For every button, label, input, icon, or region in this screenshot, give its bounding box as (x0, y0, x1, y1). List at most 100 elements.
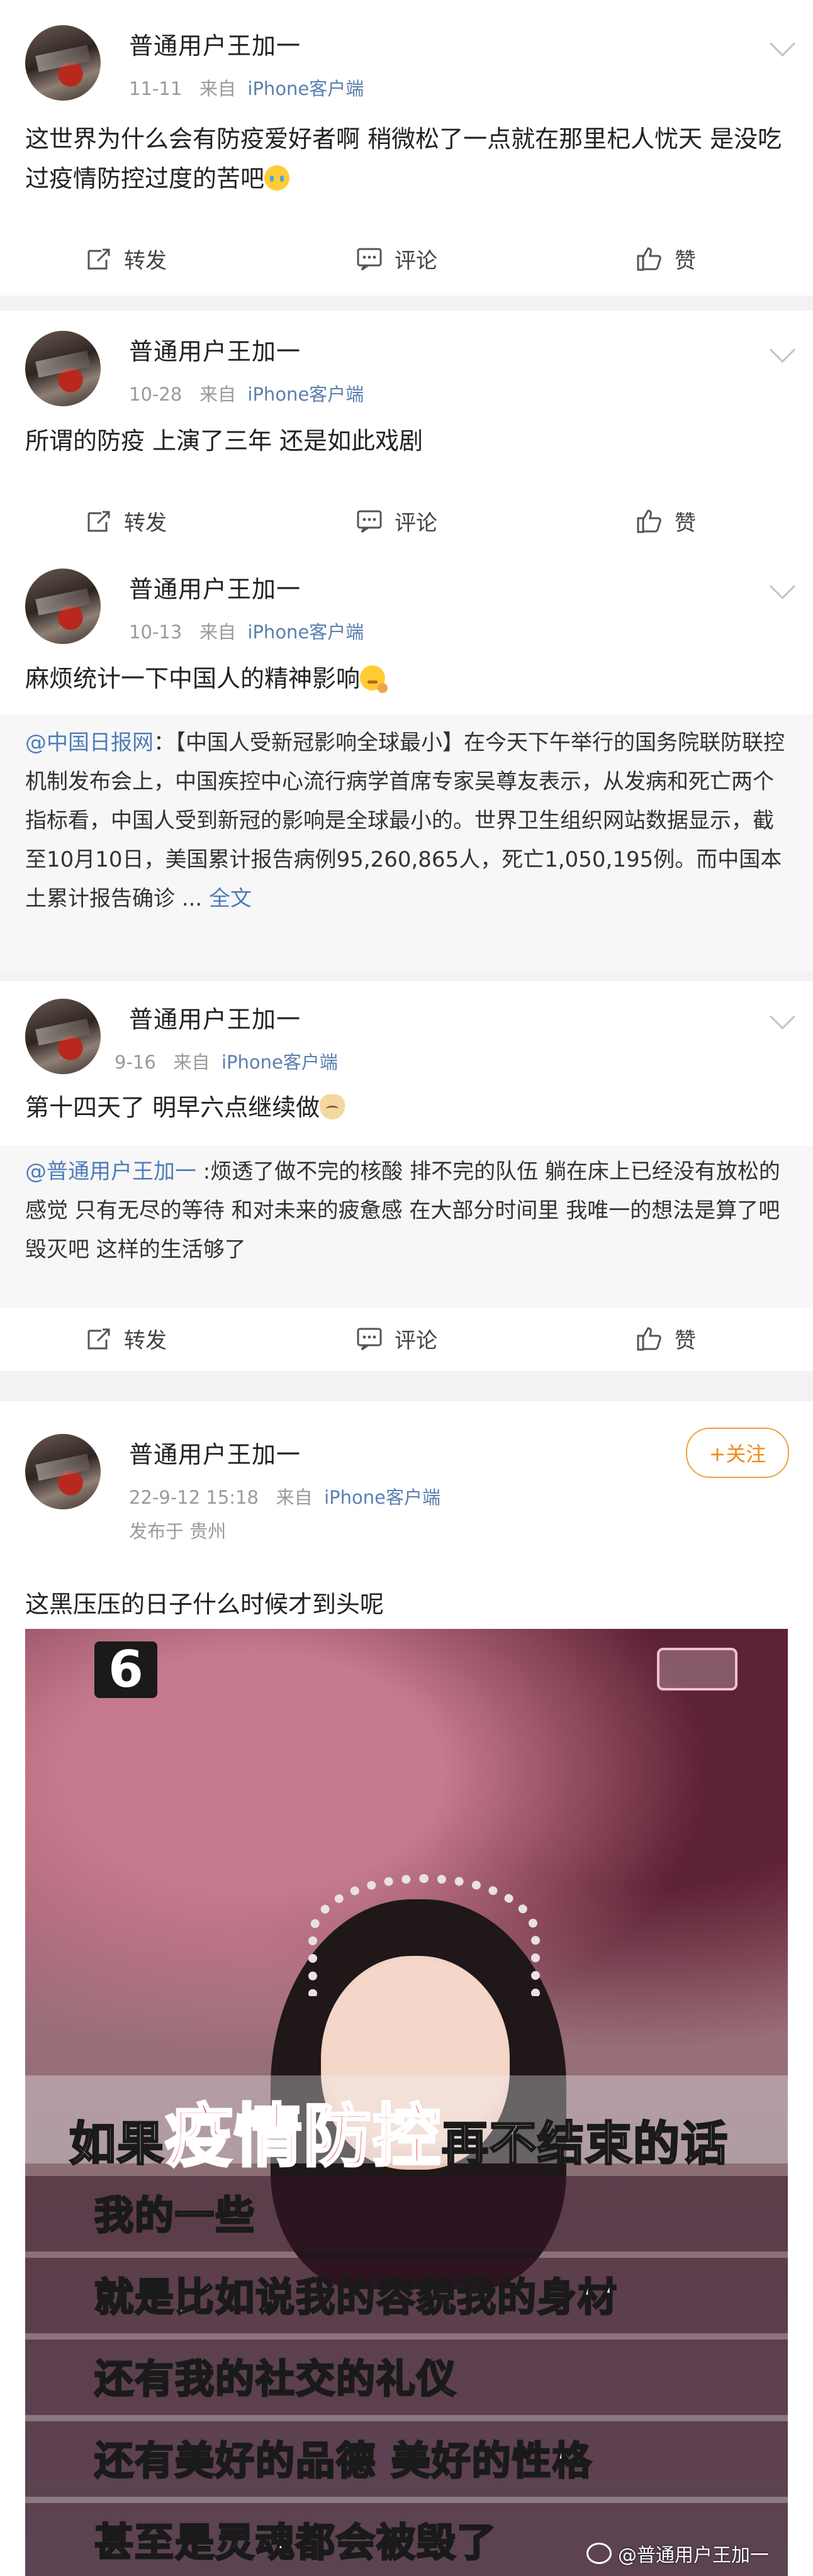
avatar[interactable] (25, 1434, 101, 1509)
source-client[interactable]: iPhone客户端 (221, 1052, 338, 1073)
username[interactable]: 普通用户王加一 (129, 570, 301, 604)
post-text-content: 第十四天了 明早六点继续做 (25, 1094, 320, 1121)
caption-line-2: 我的一些 (93, 2192, 256, 2240)
chevron-down-icon[interactable] (769, 1003, 796, 1030)
watermark-text: @普通用户王加一 (618, 2545, 769, 2567)
chevron-down-icon[interactable] (769, 573, 796, 600)
image-watermark: @普通用户王加一 (586, 2540, 769, 2567)
repost-button[interactable]: 转发 (85, 492, 167, 550)
chevron-down-icon[interactable] (769, 336, 796, 364)
source-client[interactable]: iPhone客户端 (324, 1487, 440, 1508)
caption-line-1: 如果疫情防控再不结束的话 (69, 2082, 729, 2180)
comment-icon (357, 248, 382, 271)
weibo-post: 普通用户王加一 11-11 来自 iPhone客户端 这世界为什么会有防疫爱好者… (0, 0, 813, 296)
post-text: 这黑压压的日子什么时候才到头呢 (25, 1591, 384, 1618)
repost-card[interactable]: @中国日报网：【中国人受新冠影响全球最小】在今天下午举行的国务院联防联控机制发布… (0, 714, 813, 971)
avatar[interactable] (25, 999, 101, 1074)
repost-text: @普通用户王加一 :烦透了做不完的核酸 排不完的队伍 躺在床上已经没有放松的感觉… (25, 1152, 788, 1269)
weibo-post: 普通用户王加一 10-28 来自 iPhone客户端 所谓的防疫 上演了三年 还… (0, 311, 813, 550)
username[interactable]: 普通用户王加一 (129, 26, 301, 61)
mention-link[interactable]: @中国日报网 (25, 730, 154, 755)
caption-prefix: 如果 (69, 2116, 165, 2172)
comment-button[interactable]: 评论 (356, 1309, 437, 1367)
post-separator (0, 971, 813, 981)
cat-emoji-icon (320, 1094, 345, 1119)
avatar[interactable] (25, 331, 101, 406)
source-client[interactable]: iPhone客户端 (247, 384, 364, 405)
repost-text: @中国日报网：【中国人受新冠影响全球最小】在今天下午举行的国务院联防联控机制发布… (25, 723, 788, 918)
action-bar: 转发 评论 赞 (0, 1309, 813, 1367)
post-date: 10-13 (129, 621, 182, 643)
avatar[interactable] (25, 25, 101, 101)
caption-suffix: 再不结束的话 (441, 2116, 729, 2172)
thumbs-up-icon (637, 1327, 661, 1351)
caption-line-5: 还有美好的品德 美好的性格 (94, 2437, 593, 2485)
cry-emoji-icon (264, 165, 290, 191)
post-date: 22-9-12 15:18 (129, 1487, 259, 1508)
repost-icon (87, 1328, 110, 1350)
comment-button[interactable]: 评论 (356, 230, 437, 287)
source-client[interactable]: iPhone客户端 (247, 621, 364, 643)
comment-label: 评论 (395, 510, 437, 536)
follow-button[interactable]: +关注 (686, 1428, 789, 1478)
comment-label: 评论 (395, 248, 437, 274)
repost-icon (87, 511, 110, 532)
post-text: 第十四天了 明早六点继续做 (25, 1088, 787, 1128)
repost-button[interactable]: 转发 (85, 1309, 167, 1367)
thumbs-up-icon (637, 509, 661, 533)
username[interactable]: 普通用户王加一 (129, 1000, 301, 1035)
action-bar: 转发 评论 赞 (0, 230, 813, 287)
post-text: 这世界为什么会有防疫爱好者啊 稍微松了一点就在那里杞人忧天 是没吃过疫情防控过度… (25, 119, 787, 199)
post-date: 10-28 (129, 384, 182, 405)
post-meta: 11-11 来自 iPhone客户端 (129, 74, 364, 101)
post-meta: 10-28 来自 iPhone客户端 (129, 380, 364, 406)
repost-button[interactable]: 转发 (85, 230, 167, 287)
post-text-content: 这世界为什么会有防疫爱好者啊 稍微松了一点就在那里杞人忧天 是没吃过疫情防控过度… (25, 125, 782, 192)
repost-label: 转发 (124, 1328, 167, 1353)
caption-highlight: 疫情防控 (164, 2096, 442, 2177)
source-client[interactable]: iPhone客户端 (247, 78, 364, 99)
repost-body: ：【中国人受新冠影响全球最小】在今天下午举行的国务院联防联控机制发布会上，中国疾… (25, 730, 785, 911)
repost-icon (87, 248, 110, 270)
like-label: 赞 (675, 510, 696, 536)
station-logo (657, 1648, 737, 1690)
source-from: 来自 (173, 1052, 210, 1073)
action-bar: 转发 评论 赞 (0, 492, 813, 550)
chevron-down-icon[interactable] (769, 30, 796, 57)
weibo-post: 普通用户王加一 9-16 来自 iPhone客户端 第十四天了 明早六点继续做 … (0, 981, 813, 1371)
repost-label: 转发 (124, 510, 167, 536)
like-button[interactable]: 赞 (636, 230, 696, 287)
post-separator (0, 1371, 813, 1401)
source-from: 来自 (199, 621, 236, 643)
like-button[interactable]: 赞 (636, 492, 696, 550)
weibo-post: 普通用户王加一 10-13 来自 iPhone客户端 麻烦统计一下中国人的精神影… (0, 550, 813, 971)
username[interactable]: 普通用户王加一 (129, 332, 301, 367)
username[interactable]: 普通用户王加一 (129, 1435, 301, 1470)
caption-line-6: 甚至是灵魂都会被毁了 (93, 2519, 498, 2567)
source-from: 来自 (199, 384, 236, 405)
comment-icon (357, 1328, 382, 1351)
repost-card[interactable]: @普通用户王加一 :烦透了做不完的核酸 排不完的队伍 躺在床上已经没有放松的感觉… (0, 1146, 813, 1308)
post-date: 9-16 (115, 1052, 156, 1073)
post-meta: 9-16 来自 iPhone客户端 (115, 1048, 338, 1074)
post-separator (0, 296, 813, 311)
avatar[interactable] (25, 569, 101, 644)
source-from: 来自 (199, 78, 236, 99)
post-location: 发布于 贵州 (129, 1521, 227, 1542)
source-from: 来自 (276, 1487, 313, 1508)
post-date: 11-11 (129, 78, 182, 99)
post-text: 麻烦统计一下中国人的精神影响 (25, 659, 787, 699)
comment-button[interactable]: 评论 (356, 492, 437, 550)
weibo-logo-icon (586, 2543, 612, 2564)
post-text: 所谓的防疫 上演了三年 还是如此戏剧 (25, 427, 423, 455)
caption-line-4: 还有我的社交的礼仪 (93, 2355, 457, 2403)
full-text-link[interactable]: 全文 (209, 886, 252, 911)
mention-link[interactable]: @普通用户王加一 (25, 1159, 196, 1184)
channel-logo: 6 (94, 1641, 157, 1698)
like-button[interactable]: 赞 (636, 1309, 696, 1367)
post-meta: 22-9-12 15:18 来自 iPhone客户端 (129, 1483, 440, 1509)
post-image[interactable]: 6 如果疫情防控再不结束的话 我的一些 就是比如说我的容貌我的身材 还有我的社交… (25, 1629, 788, 2576)
comment-label: 评论 (395, 1328, 437, 1353)
thumbs-up-icon (637, 247, 661, 271)
thinking-emoji-icon (360, 665, 388, 693)
